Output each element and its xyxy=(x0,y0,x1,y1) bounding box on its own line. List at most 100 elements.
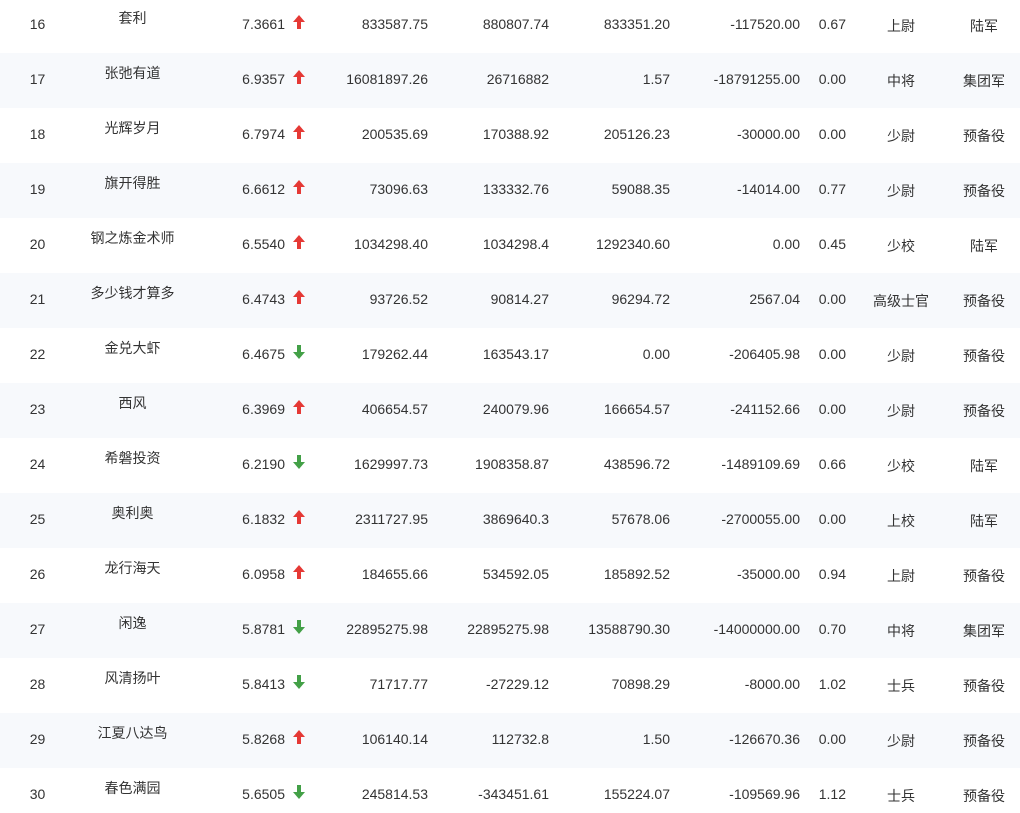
branch-cell: 预备役 xyxy=(963,788,1005,804)
rank-cell: 18 xyxy=(29,126,46,142)
ratio-cell: 0.00 xyxy=(818,346,846,362)
name-cell[interactable]: 春色满园 xyxy=(75,768,190,813)
table-row[interactable]: 17 张弛有道 6.9357 16081897.26 26716882 1.57… xyxy=(0,53,1020,108)
branch-cell: 陆军 xyxy=(970,513,998,529)
rank-cell: 21 xyxy=(29,291,46,307)
ratio-cell: 0.67 xyxy=(818,16,846,32)
score-cell: 6.6612 xyxy=(242,181,285,197)
branch-cell: 集团军 xyxy=(963,623,1005,639)
ratio-cell: 0.00 xyxy=(818,291,846,307)
branch-cell: 预备役 xyxy=(963,293,1005,309)
value-3-cell: 57678.06 xyxy=(611,511,670,527)
table-row[interactable]: 18 光辉岁月 6.7974 200535.69 170388.92 20512… xyxy=(0,108,1020,163)
value-3-cell: 13588790.30 xyxy=(588,621,670,637)
value-4-cell: -2700055.00 xyxy=(721,511,800,527)
value-4-cell: -18791255.00 xyxy=(713,71,800,87)
value-1-cell: 245814.53 xyxy=(361,786,428,802)
branch-cell: 预备役 xyxy=(963,348,1005,364)
grade-cell: 士兵 xyxy=(887,788,915,804)
score-cell: 5.8781 xyxy=(242,621,285,637)
grade-cell: 少校 xyxy=(887,238,915,254)
branch-cell: 预备役 xyxy=(963,183,1005,199)
value-4-cell: -8000.00 xyxy=(744,676,800,692)
value-1-cell: 71717.77 xyxy=(369,676,428,692)
name-cell[interactable]: 旗开得胜 xyxy=(75,163,190,218)
value-4-cell: -35000.00 xyxy=(736,566,800,582)
value-4-cell: -14000000.00 xyxy=(713,621,800,637)
value-3-cell: 96294.72 xyxy=(611,291,670,307)
score-cell: 6.5540 xyxy=(242,236,285,252)
table-row[interactable]: 19 旗开得胜 6.6612 73096.63 133332.76 59088.… xyxy=(0,163,1020,218)
table-row[interactable]: 24 希磐投资 6.2190 1629997.73 1908358.87 438… xyxy=(0,438,1020,493)
value-2-cell: -343451.61 xyxy=(478,786,549,802)
value-3-cell: 155224.07 xyxy=(603,786,670,802)
name-cell[interactable]: 张弛有道 xyxy=(75,53,190,108)
value-4-cell: 0.00 xyxy=(772,236,800,252)
name-cell[interactable]: 套利 xyxy=(75,0,190,53)
table-row[interactable]: 23 西风 6.3969 406654.57 240079.96 166654.… xyxy=(0,383,1020,438)
value-4-cell: -1489109.69 xyxy=(721,456,800,472)
name-cell[interactable]: 多少钱才算多 xyxy=(75,273,190,328)
value-4-cell: -14014.00 xyxy=(736,181,800,197)
value-1-cell: 1629997.73 xyxy=(354,456,428,472)
table-row[interactable]: 20 钢之炼金术师 6.5540 1034298.40 1034298.4 12… xyxy=(0,218,1020,273)
table-row[interactable]: 29 江夏八达鸟 5.8268 106140.14 112732.8 1.50 … xyxy=(0,713,1020,768)
value-1-cell: 200535.69 xyxy=(361,126,428,142)
score-cell: 6.2190 xyxy=(242,456,285,472)
branch-cell: 预备役 xyxy=(963,678,1005,694)
grade-cell: 少尉 xyxy=(887,183,915,199)
score-cell: 5.6505 xyxy=(242,786,285,802)
rank-cell: 17 xyxy=(29,71,46,87)
value-3-cell: 185892.52 xyxy=(603,566,670,582)
score-cell: 6.1832 xyxy=(242,511,285,527)
rank-cell: 27 xyxy=(29,621,46,637)
value-1-cell: 22895275.98 xyxy=(346,621,428,637)
table-row[interactable]: 30 春色满园 5.6505 245814.53 -343451.61 1552… xyxy=(0,768,1020,813)
table-row[interactable]: 16 套利 7.3661 833587.75 880807.74 833351.… xyxy=(0,0,1020,53)
rank-cell: 22 xyxy=(29,346,46,362)
value-4-cell: -126670.36 xyxy=(729,731,800,747)
name-cell[interactable]: 希磐投资 xyxy=(75,438,190,493)
score-cell: 6.3969 xyxy=(242,401,285,417)
table-row[interactable]: 26 龙行海天 6.0958 184655.66 534592.05 18589… xyxy=(0,548,1020,603)
ratio-cell: 0.45 xyxy=(818,236,846,252)
value-2-cell: 22895275.98 xyxy=(467,621,549,637)
name-cell[interactable]: 风清扬叶 xyxy=(75,658,190,713)
name-cell[interactable]: 龙行海天 xyxy=(75,548,190,603)
name-cell[interactable]: 奥利奥 xyxy=(75,493,190,548)
rank-cell: 29 xyxy=(29,731,46,747)
value-1-cell: 833587.75 xyxy=(361,16,428,32)
name-cell[interactable]: 钢之炼金术师 xyxy=(75,218,190,273)
ratio-cell: 0.00 xyxy=(818,511,846,527)
name-cell[interactable]: 光辉岁月 xyxy=(75,108,190,163)
value-2-cell: -27229.12 xyxy=(485,676,549,692)
value-2-cell: 880807.74 xyxy=(482,16,549,32)
rank-cell: 23 xyxy=(29,401,46,417)
table-row[interactable]: 25 奥利奥 6.1832 2311727.95 3869640.3 57678… xyxy=(0,493,1020,548)
rank-cell: 26 xyxy=(29,566,46,582)
branch-cell: 预备役 xyxy=(963,403,1005,419)
rank-cell: 19 xyxy=(29,181,46,197)
grade-cell: 高级士官 xyxy=(873,293,929,309)
ranking-table: 16 套利 7.3661 833587.75 880807.74 833351.… xyxy=(0,0,1020,813)
score-cell: 7.3661 xyxy=(242,16,285,32)
ratio-cell: 1.02 xyxy=(818,676,846,692)
branch-cell: 预备役 xyxy=(963,733,1005,749)
value-3-cell: 1292340.60 xyxy=(596,236,670,252)
table-row[interactable]: 21 多少钱才算多 6.4743 93726.52 90814.27 96294… xyxy=(0,273,1020,328)
name-cell[interactable]: 金兑大虾 xyxy=(75,328,190,383)
table-row[interactable]: 22 金兑大虾 6.4675 179262.44 163543.17 0.00 … xyxy=(0,328,1020,383)
name-cell[interactable]: 西风 xyxy=(75,383,190,438)
name-cell[interactable]: 江夏八达鸟 xyxy=(75,713,190,768)
value-1-cell: 184655.66 xyxy=(361,566,428,582)
value-1-cell: 106140.14 xyxy=(361,731,428,747)
ratio-cell: 0.00 xyxy=(818,401,846,417)
value-1-cell: 179262.44 xyxy=(361,346,428,362)
table-row[interactable]: 27 闲逸 5.8781 22895275.98 22895275.98 135… xyxy=(0,603,1020,658)
table-row[interactable]: 28 风清扬叶 5.8413 71717.77 -27229.12 70898.… xyxy=(0,658,1020,713)
branch-cell: 集团军 xyxy=(963,73,1005,89)
value-2-cell: 133332.76 xyxy=(482,181,549,197)
name-cell[interactable]: 闲逸 xyxy=(75,603,190,658)
value-2-cell: 170388.92 xyxy=(482,126,549,142)
value-1-cell: 73096.63 xyxy=(369,181,428,197)
